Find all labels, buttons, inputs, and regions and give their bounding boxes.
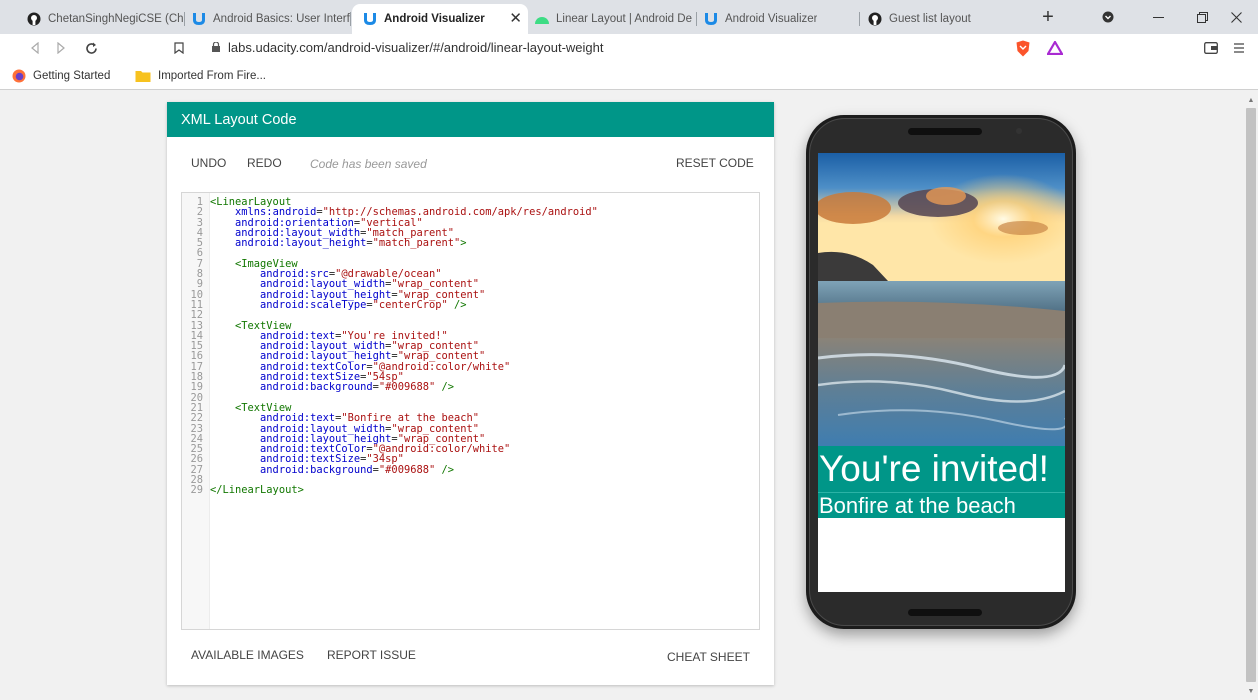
code-text: android:layout_height="match_parent"> (235, 237, 467, 250)
github-icon (26, 11, 42, 27)
browser-tab-strip: ChetanSinghNegiCSE (Cheta Android Basics… (0, 0, 1258, 34)
bookmark-label: Imported From Fire... (158, 70, 266, 82)
phone-speaker (908, 128, 982, 135)
card-title: XML Layout Code (181, 111, 297, 128)
tab-android-visualizer-active[interactable]: Android Visualizer ✕ (352, 4, 528, 34)
bookmark-item[interactable]: Imported From Fire... (135, 67, 266, 85)
scrollbar-thumb[interactable] (1246, 108, 1256, 682)
browser-tab[interactable]: Android Basics: User Interfa (185, 4, 351, 34)
address-bar-row: labs.udacity.com/android-visualizer/#/an… (0, 34, 1258, 62)
code-text: android:background="#009688" /> (260, 463, 455, 476)
code-line: 27 android:background="#009688" /> (182, 463, 759, 476)
card-header: XML Layout Code (167, 102, 774, 137)
tab-separator (350, 12, 351, 26)
scroll-down-icon[interactable]: ▼ (1246, 687, 1256, 697)
bookmark-label: Getting Started (33, 70, 111, 82)
undo-button[interactable]: UNDO (191, 156, 226, 170)
phone-camera (1016, 128, 1022, 134)
android-icon (534, 11, 550, 27)
menu-icon[interactable] (1228, 38, 1250, 58)
github-icon (867, 11, 883, 27)
brave-rewards-icon[interactable] (1044, 38, 1066, 58)
line-number: 22 (190, 412, 203, 425)
available-images-button[interactable]: AVAILABLE IMAGES (191, 648, 304, 662)
tab-label: Android Visualizer (384, 13, 485, 25)
xml-layout-card: XML Layout Code UNDO REDO Code has been … (167, 102, 774, 685)
browser-tab[interactable]: ChetanSinghNegiCSE (Cheta (20, 4, 185, 34)
tab-label: Linear Layout | Android De (556, 13, 692, 25)
save-status: Code has been saved (310, 157, 427, 171)
back-icon[interactable] (24, 38, 46, 58)
tab-label: Android Basics: User Interfa (213, 13, 351, 25)
code-text: android:background="#009688" /> (260, 381, 455, 394)
tab-label: Guest list layout (889, 13, 971, 25)
phone-speaker (908, 609, 982, 616)
udacity-icon (362, 11, 378, 27)
code-line: 19 android:background="#009688" /> (182, 381, 759, 394)
bookmark-page-icon[interactable] (168, 38, 190, 58)
redo-button[interactable]: REDO (247, 156, 282, 170)
ocean-image (818, 153, 1065, 446)
browser-tab[interactable]: Linear Layout | Android De (528, 4, 697, 34)
close-tab-icon[interactable]: ✕ (509, 9, 522, 27)
reset-code-button[interactable]: RESET CODE (676, 156, 754, 170)
url-field[interactable]: labs.udacity.com/android-visualizer/#/an… (228, 37, 604, 59)
scroll-up-icon[interactable]: ▲ (1246, 96, 1256, 106)
new-tab-button[interactable]: + (1026, 0, 1070, 34)
udacity-icon (191, 11, 207, 27)
tab-label: ChetanSinghNegiCSE (Cheta (48, 13, 185, 25)
phone-screen-preview: You're invited! Bonfire at the beach (818, 153, 1065, 592)
udacity-icon (703, 11, 719, 27)
folder-icon (135, 71, 151, 82)
code-text: android:scaleType="centerCrop" /> (260, 298, 467, 311)
cheat-sheet-button[interactable]: CHEAT SHEET (667, 650, 750, 664)
code-editor[interactable]: 1 <LinearLayout 2 xmlns:android="http://sc… (181, 192, 760, 630)
browser-tab[interactable]: Android Visualizer (697, 4, 860, 34)
code-lines: 1 <LinearLayout 2 xmlns:android="http://sc… (182, 197, 759, 496)
tab-label: Android Visualizer (725, 13, 818, 25)
firefox-icon (12, 69, 26, 83)
forward-icon[interactable] (50, 38, 72, 58)
tab-separator (859, 12, 860, 26)
wallet-icon[interactable] (1200, 38, 1222, 58)
bonfire-textview: Bonfire at the beach (818, 492, 1065, 518)
report-issue-button[interactable]: REPORT ISSUE (327, 648, 416, 662)
minimize-icon[interactable] (1136, 0, 1180, 34)
bookmark-item[interactable]: Getting Started (12, 67, 110, 85)
reload-icon[interactable] (80, 38, 102, 58)
invited-textview: You're invited! (818, 446, 1065, 492)
code-line: 5 android:layout_height="match_parent"> (182, 237, 759, 250)
line-number: 29 (190, 484, 203, 497)
brave-shield-icon[interactable] (1012, 38, 1034, 58)
tab-search-icon[interactable] (1086, 0, 1130, 34)
code-text: </LinearLayout> (210, 484, 304, 497)
bookmarks-bar: Getting Started Imported From Fire... (0, 62, 1258, 90)
browser-tab[interactable]: Guest list layout (861, 4, 1019, 34)
code-line: 29 </LinearLayout> (182, 484, 759, 497)
code-line: 11 android:scaleType="centerCrop" /> (182, 298, 759, 311)
lock-icon (212, 42, 220, 52)
close-window-icon[interactable] (1214, 0, 1258, 34)
